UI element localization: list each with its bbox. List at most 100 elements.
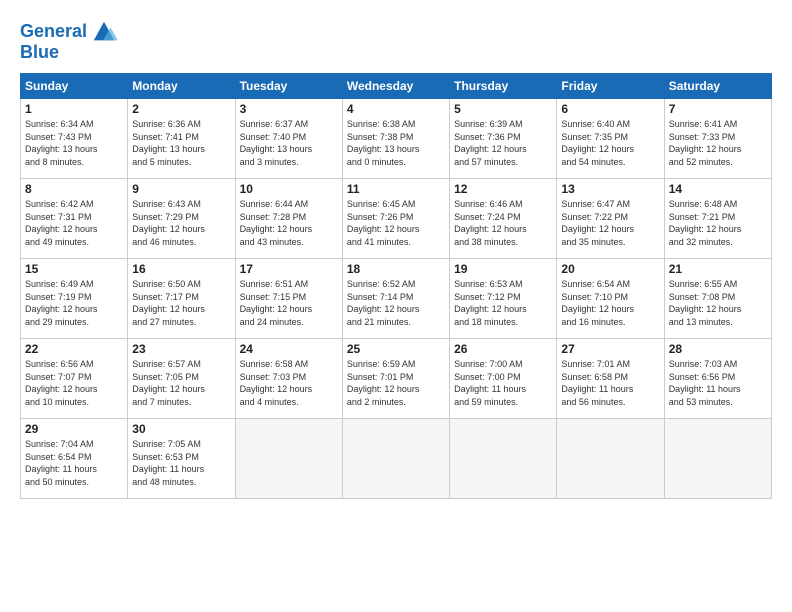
day-info: Sunrise: 6:41 AM Sunset: 7:33 PM Dayligh…: [669, 118, 767, 168]
day-number: 21: [669, 262, 767, 276]
day-info: Sunrise: 7:01 AM Sunset: 6:58 PM Dayligh…: [561, 358, 659, 408]
weekday-header-thursday: Thursday: [450, 74, 557, 99]
calendar-cell: 6Sunrise: 6:40 AM Sunset: 7:35 PM Daylig…: [557, 99, 664, 179]
day-info: Sunrise: 6:40 AM Sunset: 7:35 PM Dayligh…: [561, 118, 659, 168]
day-number: 9: [132, 182, 230, 196]
calendar-cell: [450, 419, 557, 499]
week-row-2: 8Sunrise: 6:42 AM Sunset: 7:31 PM Daylig…: [21, 179, 772, 259]
day-number: 22: [25, 342, 123, 356]
calendar-cell: 7 Sunrise: 6:41 AM Sunset: 7:33 PM Daylig…: [664, 99, 771, 179]
day-info: Sunrise: 7:05 AM Sunset: 6:53 PM Dayligh…: [132, 438, 230, 488]
calendar-cell: 29Sunrise: 7:04 AM Sunset: 6:54 PM Dayli…: [21, 419, 128, 499]
day-info: Sunrise: 6:49 AM Sunset: 7:19 PM Dayligh…: [25, 278, 123, 328]
calendar-cell: 13 Sunrise: 6:47 AM Sunset: 7:22 PM Dayli…: [557, 179, 664, 259]
day-info: Sunrise: 6:47 AM Sunset: 7:22 PM Dayligh…: [561, 198, 659, 248]
day-info: Sunrise: 6:46 AM Sunset: 7:24 PM Dayligh…: [454, 198, 552, 248]
page: General Blue SundayMondayTuesdayWednesda…: [0, 0, 792, 612]
calendar-cell: 1 Sunrise: 6:34 AM Sunset: 7:43 PM Daylig…: [21, 99, 128, 179]
day-number: 15: [25, 262, 123, 276]
day-info: Sunrise: 6:58 AM Sunset: 7:03 PM Dayligh…: [240, 358, 338, 408]
calendar-cell: 3 Sunrise: 6:37 AM Sunset: 7:40 PM Daylig…: [235, 99, 342, 179]
day-number: 25: [347, 342, 445, 356]
calendar-cell: 16Sunrise: 6:50 AM Sunset: 7:17 PM Dayli…: [128, 259, 235, 339]
day-number: 27: [561, 342, 659, 356]
weekday-header-saturday: Saturday: [664, 74, 771, 99]
logo: General Blue: [20, 18, 118, 63]
day-number: 23: [132, 342, 230, 356]
calendar-cell: 24 Sunrise: 6:58 AM Sunset: 7:03 PM Dayli…: [235, 339, 342, 419]
logo-text: General: [20, 22, 87, 42]
day-number: 29: [25, 422, 123, 436]
calendar-cell: 28 Sunrise: 7:03 AM Sunset: 6:56 PM Dayli…: [664, 339, 771, 419]
logo-icon: [90, 18, 118, 46]
day-info: Sunrise: 6:48 AM Sunset: 7:21 PM Dayligh…: [669, 198, 767, 248]
day-number: 13: [561, 182, 659, 196]
day-info: Sunrise: 6:56 AM Sunset: 7:07 PM Dayligh…: [25, 358, 123, 408]
day-number: 28: [669, 342, 767, 356]
day-info: Sunrise: 6:55 AM Sunset: 7:08 PM Dayligh…: [669, 278, 767, 328]
calendar-cell: 26Sunrise: 7:00 AM Sunset: 7:00 PM Dayli…: [450, 339, 557, 419]
weekday-header-tuesday: Tuesday: [235, 74, 342, 99]
calendar-cell: [664, 419, 771, 499]
day-number: 18: [347, 262, 445, 276]
calendar-cell: 4 Sunrise: 6:38 AM Sunset: 7:38 PM Daylig…: [342, 99, 449, 179]
weekday-header-friday: Friday: [557, 74, 664, 99]
day-info: Sunrise: 6:38 AM Sunset: 7:38 PM Dayligh…: [347, 118, 445, 168]
week-row-3: 15 Sunrise: 6:49 AM Sunset: 7:19 PM Dayli…: [21, 259, 772, 339]
day-info: Sunrise: 6:51 AM Sunset: 7:15 PM Dayligh…: [240, 278, 338, 328]
weekday-header-wednesday: Wednesday: [342, 74, 449, 99]
calendar-cell: 25 Sunrise: 6:59 AM Sunset: 7:01 PM Dayli…: [342, 339, 449, 419]
day-number: 16: [132, 262, 230, 276]
calendar-cell: [557, 419, 664, 499]
day-info: Sunrise: 6:45 AM Sunset: 7:26 PM Dayligh…: [347, 198, 445, 248]
calendar-cell: 11 Sunrise: 6:45 AM Sunset: 7:26 PM Dayli…: [342, 179, 449, 259]
day-info: Sunrise: 6:57 AM Sunset: 7:05 PM Dayligh…: [132, 358, 230, 408]
calendar-cell: 8Sunrise: 6:42 AM Sunset: 7:31 PM Daylig…: [21, 179, 128, 259]
calendar-cell: 15 Sunrise: 6:49 AM Sunset: 7:19 PM Dayli…: [21, 259, 128, 339]
day-number: 14: [669, 182, 767, 196]
day-number: 3: [240, 102, 338, 116]
day-info: Sunrise: 6:34 AM Sunset: 7:43 PM Dayligh…: [25, 118, 123, 168]
calendar-cell: 2 Sunrise: 6:36 AM Sunset: 7:41 PM Daylig…: [128, 99, 235, 179]
calendar-cell: 14 Sunrise: 6:48 AM Sunset: 7:21 PM Dayli…: [664, 179, 771, 259]
calendar: SundayMondayTuesdayWednesdayThursdayFrid…: [20, 73, 772, 499]
weekday-header-row: SundayMondayTuesdayWednesdayThursdayFrid…: [21, 74, 772, 99]
calendar-cell: 9 Sunrise: 6:43 AM Sunset: 7:29 PM Daylig…: [128, 179, 235, 259]
calendar-cell: 21 Sunrise: 6:55 AM Sunset: 7:08 PM Dayli…: [664, 259, 771, 339]
day-info: Sunrise: 6:52 AM Sunset: 7:14 PM Dayligh…: [347, 278, 445, 328]
calendar-cell: [342, 419, 449, 499]
day-number: 1: [25, 102, 123, 116]
calendar-cell: 23 Sunrise: 6:57 AM Sunset: 7:05 PM Dayli…: [128, 339, 235, 419]
day-info: Sunrise: 6:37 AM Sunset: 7:40 PM Dayligh…: [240, 118, 338, 168]
calendar-cell: 17 Sunrise: 6:51 AM Sunset: 7:15 PM Dayli…: [235, 259, 342, 339]
week-row-5: 29Sunrise: 7:04 AM Sunset: 6:54 PM Dayli…: [21, 419, 772, 499]
day-number: 17: [240, 262, 338, 276]
calendar-cell: 12Sunrise: 6:46 AM Sunset: 7:24 PM Dayli…: [450, 179, 557, 259]
day-number: 4: [347, 102, 445, 116]
week-row-1: 1 Sunrise: 6:34 AM Sunset: 7:43 PM Daylig…: [21, 99, 772, 179]
day-info: Sunrise: 6:44 AM Sunset: 7:28 PM Dayligh…: [240, 198, 338, 248]
day-info: Sunrise: 6:53 AM Sunset: 7:12 PM Dayligh…: [454, 278, 552, 328]
header: General Blue: [20, 18, 772, 63]
week-row-4: 22 Sunrise: 6:56 AM Sunset: 7:07 PM Dayli…: [21, 339, 772, 419]
calendar-cell: 19 Sunrise: 6:53 AM Sunset: 7:12 PM Dayli…: [450, 259, 557, 339]
calendar-cell: 22 Sunrise: 6:56 AM Sunset: 7:07 PM Dayli…: [21, 339, 128, 419]
weekday-header-monday: Monday: [128, 74, 235, 99]
calendar-cell: 30Sunrise: 7:05 AM Sunset: 6:53 PM Dayli…: [128, 419, 235, 499]
day-number: 7: [669, 102, 767, 116]
day-info: Sunrise: 6:59 AM Sunset: 7:01 PM Dayligh…: [347, 358, 445, 408]
day-number: 10: [240, 182, 338, 196]
weekday-header-sunday: Sunday: [21, 74, 128, 99]
day-info: Sunrise: 6:43 AM Sunset: 7:29 PM Dayligh…: [132, 198, 230, 248]
calendar-cell: 20Sunrise: 6:54 AM Sunset: 7:10 PM Dayli…: [557, 259, 664, 339]
day-number: 11: [347, 182, 445, 196]
day-info: Sunrise: 7:03 AM Sunset: 6:56 PM Dayligh…: [669, 358, 767, 408]
day-info: Sunrise: 6:39 AM Sunset: 7:36 PM Dayligh…: [454, 118, 552, 168]
calendar-cell: [235, 419, 342, 499]
day-info: Sunrise: 6:36 AM Sunset: 7:41 PM Dayligh…: [132, 118, 230, 168]
day-number: 19: [454, 262, 552, 276]
day-number: 2: [132, 102, 230, 116]
day-number: 24: [240, 342, 338, 356]
calendar-cell: 27 Sunrise: 7:01 AM Sunset: 6:58 PM Dayli…: [557, 339, 664, 419]
calendar-cell: 5Sunrise: 6:39 AM Sunset: 7:36 PM Daylig…: [450, 99, 557, 179]
